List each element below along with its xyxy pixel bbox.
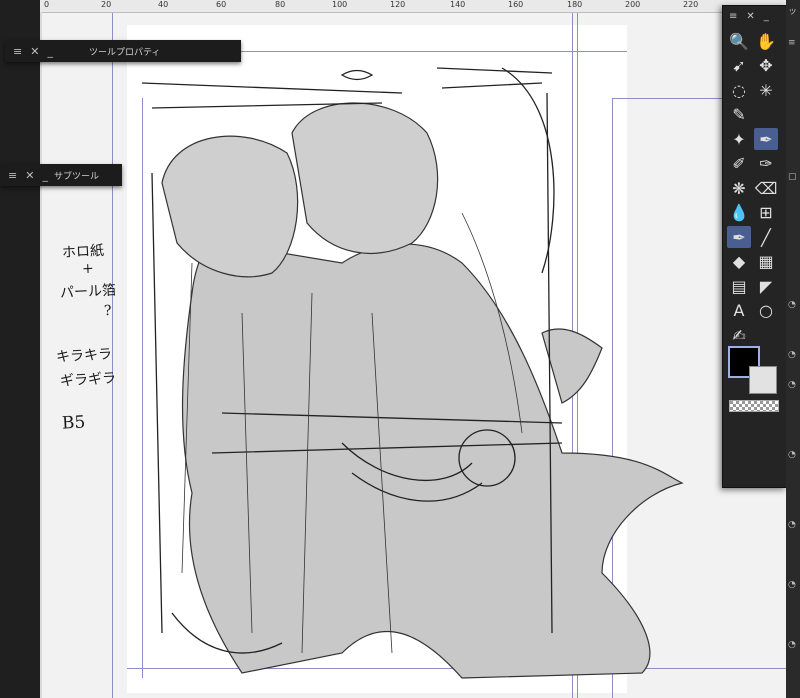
ruler-label: 140 bbox=[450, 0, 466, 9]
panel-title: サブツール bbox=[53, 171, 99, 182]
note-question: ? bbox=[103, 302, 112, 320]
frame-icon[interactable]: ▤ bbox=[727, 275, 751, 297]
strip-eye-icon[interactable]: ◔ bbox=[788, 640, 798, 650]
gradient-icon[interactable]: ▦ bbox=[754, 251, 778, 273]
ruler-label: 60 bbox=[216, 0, 227, 9]
strip-eye-icon[interactable]: ◔ bbox=[788, 450, 798, 460]
object-select-icon[interactable]: ➹ bbox=[727, 55, 751, 77]
strip-layer-icon[interactable]: ▢ bbox=[788, 172, 798, 182]
tool-property-panel[interactable]: ≡ ✕ _ ツールプロパティ bbox=[5, 40, 241, 62]
strip-menu-icon[interactable]: ≡ bbox=[788, 38, 798, 48]
close-icon[interactable]: ✕ bbox=[746, 11, 754, 22]
right-panel-strip: ッ ≡ ▢ ◔ ◔ ◔ ◔ ◔ ◔ ◔ bbox=[786, 0, 800, 698]
note-pearl-foil: パール箔 bbox=[59, 282, 117, 302]
decoration-icon[interactable]: ✒ bbox=[727, 226, 751, 248]
sketch-drawing bbox=[141, 67, 684, 679]
zoom-icon[interactable]: 🔍 bbox=[727, 30, 751, 52]
close-icon[interactable]: ✕ bbox=[30, 45, 39, 58]
brush-icon[interactable]: ✑ bbox=[754, 153, 778, 175]
lasso-icon[interactable]: ◌ bbox=[727, 79, 751, 101]
strip-label: ッ bbox=[788, 7, 798, 17]
grid-icon[interactable]: ⊞ bbox=[754, 202, 778, 224]
horizontal-ruler: 0 20 40 60 80 100 120 140 160 180 200 22… bbox=[40, 0, 800, 13]
ruler-label: 200 bbox=[625, 0, 641, 9]
blank-slot bbox=[754, 104, 778, 126]
strip-eye-icon[interactable]: ◔ bbox=[788, 380, 798, 390]
strip-eye-icon[interactable]: ◔ bbox=[788, 580, 798, 590]
menu-icon[interactable]: ≡ bbox=[13, 45, 22, 58]
toolbox-header[interactable]: ≡ ✕ _ bbox=[723, 6, 786, 26]
ruler-label: 20 bbox=[101, 0, 112, 9]
note-giragira: ギラギラ bbox=[59, 370, 117, 390]
airbrush-icon[interactable]: ❋ bbox=[727, 177, 751, 199]
note-plus: + bbox=[81, 260, 95, 278]
ruler-label: 40 bbox=[158, 0, 169, 9]
hand-icon[interactable]: ✋ bbox=[754, 30, 778, 52]
line-icon[interactable]: ╱ bbox=[754, 226, 778, 248]
balloon-icon[interactable]: ○ bbox=[754, 300, 778, 322]
ruler-label: 160 bbox=[508, 0, 524, 9]
menu-icon[interactable]: ≡ bbox=[8, 169, 17, 182]
move-layer-icon[interactable]: ✥ bbox=[754, 55, 778, 77]
ruler-label: 120 bbox=[390, 0, 406, 9]
text-icon[interactable]: A bbox=[727, 300, 751, 322]
ruler-label: 0 bbox=[44, 0, 50, 9]
ruler-label: 220 bbox=[683, 0, 699, 9]
fill-icon[interactable]: ◆ bbox=[727, 251, 751, 273]
minimize-icon[interactable]: _ bbox=[764, 11, 769, 22]
sparkle-icon[interactable]: ✦ bbox=[727, 128, 751, 150]
strip-eye-icon[interactable]: ◔ bbox=[788, 350, 798, 360]
note-holo-paper: ホロ紙 bbox=[61, 242, 105, 262]
minimize-icon[interactable]: _ bbox=[47, 45, 53, 58]
pen-icon[interactable]: ✒ bbox=[754, 128, 778, 150]
note-kirakira: キラキラ bbox=[55, 346, 113, 366]
ruler-label: 180 bbox=[567, 0, 583, 9]
strip-eye-icon[interactable]: ◔ bbox=[788, 520, 798, 530]
menu-icon[interactable]: ≡ bbox=[729, 11, 737, 22]
close-icon[interactable]: ✕ bbox=[25, 169, 34, 182]
minimize-icon[interactable]: _ bbox=[42, 169, 48, 182]
blend-icon[interactable]: 💧 bbox=[727, 202, 751, 224]
ruler-icon[interactable]: ◤ bbox=[754, 275, 778, 297]
sub-tool-panel[interactable]: ≡ ✕ _ サブツール bbox=[0, 164, 122, 186]
note-b5: B5 bbox=[61, 412, 86, 434]
correction-icon[interactable]: ✍ bbox=[727, 324, 751, 346]
sub-color-swatch[interactable] bbox=[749, 366, 777, 394]
ruler-label: 100 bbox=[332, 0, 348, 9]
auto-select-icon[interactable]: ✳ bbox=[754, 79, 778, 101]
eyedropper-icon[interactable]: ✎ bbox=[727, 104, 751, 126]
eraser-icon[interactable]: ⌫ bbox=[754, 177, 778, 199]
strip-eye-icon[interactable]: ◔ bbox=[788, 300, 798, 310]
left-dark-area bbox=[0, 0, 40, 698]
pencil-icon[interactable]: ✐ bbox=[727, 153, 751, 175]
panel-title: ツールプロパティ bbox=[88, 47, 161, 58]
toolbox-panel[interactable]: ≡ ✕ _ 🔍 ✋ ➹ ✥ ◌ ✳ ✎ ✦ ✒ ✐ ✑ ❋ ⌫ 💧 ⊞ ✒ ╱ ◆ ▦ ▤ ◤ A ○ ✍ bbox=[722, 5, 787, 488]
transparent-color-swatch[interactable] bbox=[729, 400, 779, 412]
ruler-label: 80 bbox=[275, 0, 286, 9]
canvas-area[interactable]: ホロ紙 + パール箔 ? キラキラ ギラギラ B5 bbox=[42, 13, 800, 698]
